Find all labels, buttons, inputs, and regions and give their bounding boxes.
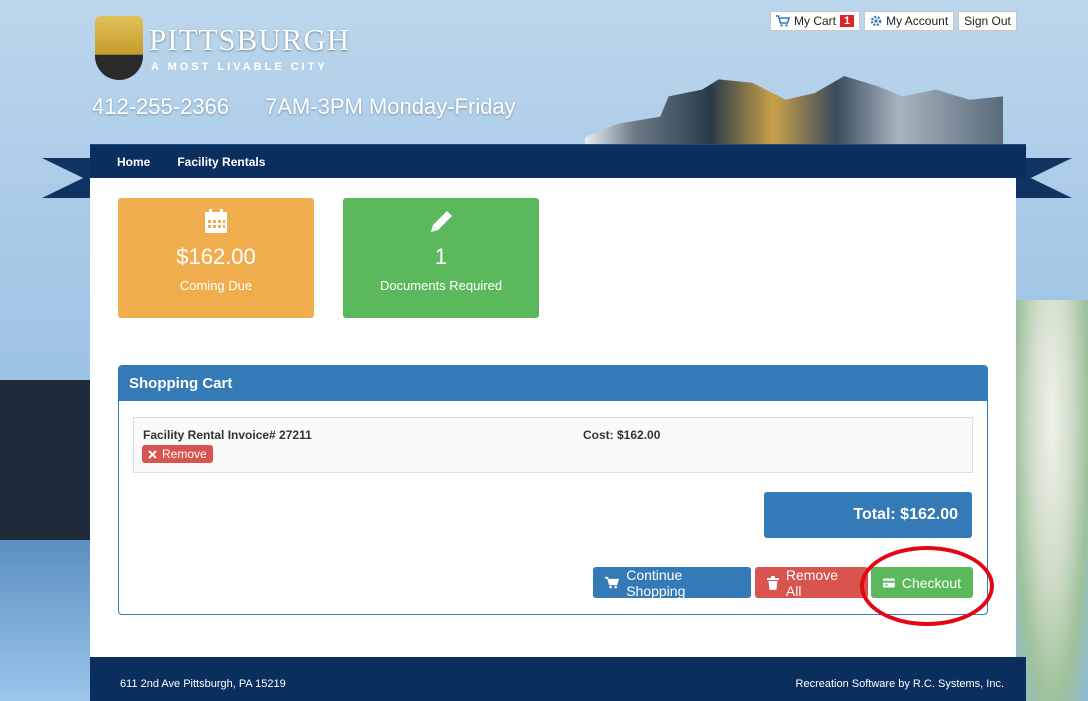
documents-count: 1 xyxy=(434,244,448,269)
city-seal-icon xyxy=(95,16,143,80)
logo-subtitle: A MOST LIVABLE CITY xyxy=(151,61,328,73)
cart-count-badge: 1 xyxy=(840,15,855,27)
my-cart-link[interactable]: My Cart 1 xyxy=(770,11,861,31)
documents-label: Documents Required xyxy=(379,278,503,293)
site-footer: 611 2nd Ave Pittsburgh, PA 15219 Recreat… xyxy=(90,657,1026,701)
footer-address: 611 2nd Ave Pittsburgh, PA 15219 xyxy=(120,678,286,690)
nav-item-facility-rentals[interactable]: Facility Rentals xyxy=(177,155,265,169)
coming-due-amount: $162.00 xyxy=(176,244,256,269)
coming-due-tile[interactable]: $162.00 Coming Due xyxy=(118,198,314,318)
my-account-link[interactable]: My Account xyxy=(864,11,955,31)
shopping-cart-title: Shopping Cart xyxy=(119,366,987,401)
close-icon xyxy=(148,449,157,459)
cart-item-cost: Cost: $162.00 xyxy=(583,428,661,442)
skyline-banner xyxy=(585,76,1003,144)
contact-info: 412-255-2366 7AM-3PM Monday-Friday xyxy=(92,94,552,120)
remove-all-label: Remove All xyxy=(785,566,839,599)
continue-shopping-label: Continue Shopping xyxy=(626,566,686,599)
remove-all-button[interactable]: Remove All xyxy=(755,566,868,599)
site-logo[interactable]: PITTSBURGH A MOST LIVABLE CITY xyxy=(95,16,355,82)
footer-credit: Recreation Software by R.C. Systems, Inc… xyxy=(795,678,1004,690)
cart-icon xyxy=(776,15,790,27)
gear-icon xyxy=(870,15,882,27)
phone-number: 412-255-2366 xyxy=(92,94,230,119)
logo-title: PITTSBURGH xyxy=(149,22,351,57)
background-city-left xyxy=(0,380,95,701)
sign-out-label: Sign Out xyxy=(964,14,1011,28)
calendar-icon xyxy=(205,209,227,233)
continue-shopping-button[interactable]: Continue Shopping xyxy=(593,566,751,599)
account-links: My Cart 1 My Account Sign Out xyxy=(770,11,1017,31)
remove-item-label: Remove xyxy=(162,447,207,461)
checkout-highlight-annotation xyxy=(860,546,994,626)
coming-due-label: Coming Due xyxy=(179,278,253,293)
background-tree-right xyxy=(1015,300,1088,701)
office-hours: 7AM-3PM Monday-Friday xyxy=(265,94,516,119)
documents-required-tile[interactable]: 1 Documents Required xyxy=(343,198,539,318)
cart-item-name: Facility Rental Invoice# 27211 xyxy=(143,428,312,442)
cart-icon xyxy=(605,576,620,589)
my-account-label: My Account xyxy=(886,14,949,28)
cart-total: Total: $162.00 xyxy=(764,492,972,538)
trash-icon xyxy=(767,575,779,590)
remove-item-button[interactable]: Remove xyxy=(142,445,213,463)
pencil-icon xyxy=(431,211,452,232)
nav-item-home[interactable]: Home xyxy=(117,155,150,169)
main-nav: Home Facility Rentals xyxy=(90,144,1026,179)
my-cart-label: My Cart xyxy=(794,14,836,28)
sign-out-link[interactable]: Sign Out xyxy=(958,11,1017,31)
shopping-cart-panel: Shopping Cart Facility Rental Invoice# 2… xyxy=(118,365,988,615)
cart-item-row: Facility Rental Invoice# 27211 Cost: $16… xyxy=(133,417,973,473)
